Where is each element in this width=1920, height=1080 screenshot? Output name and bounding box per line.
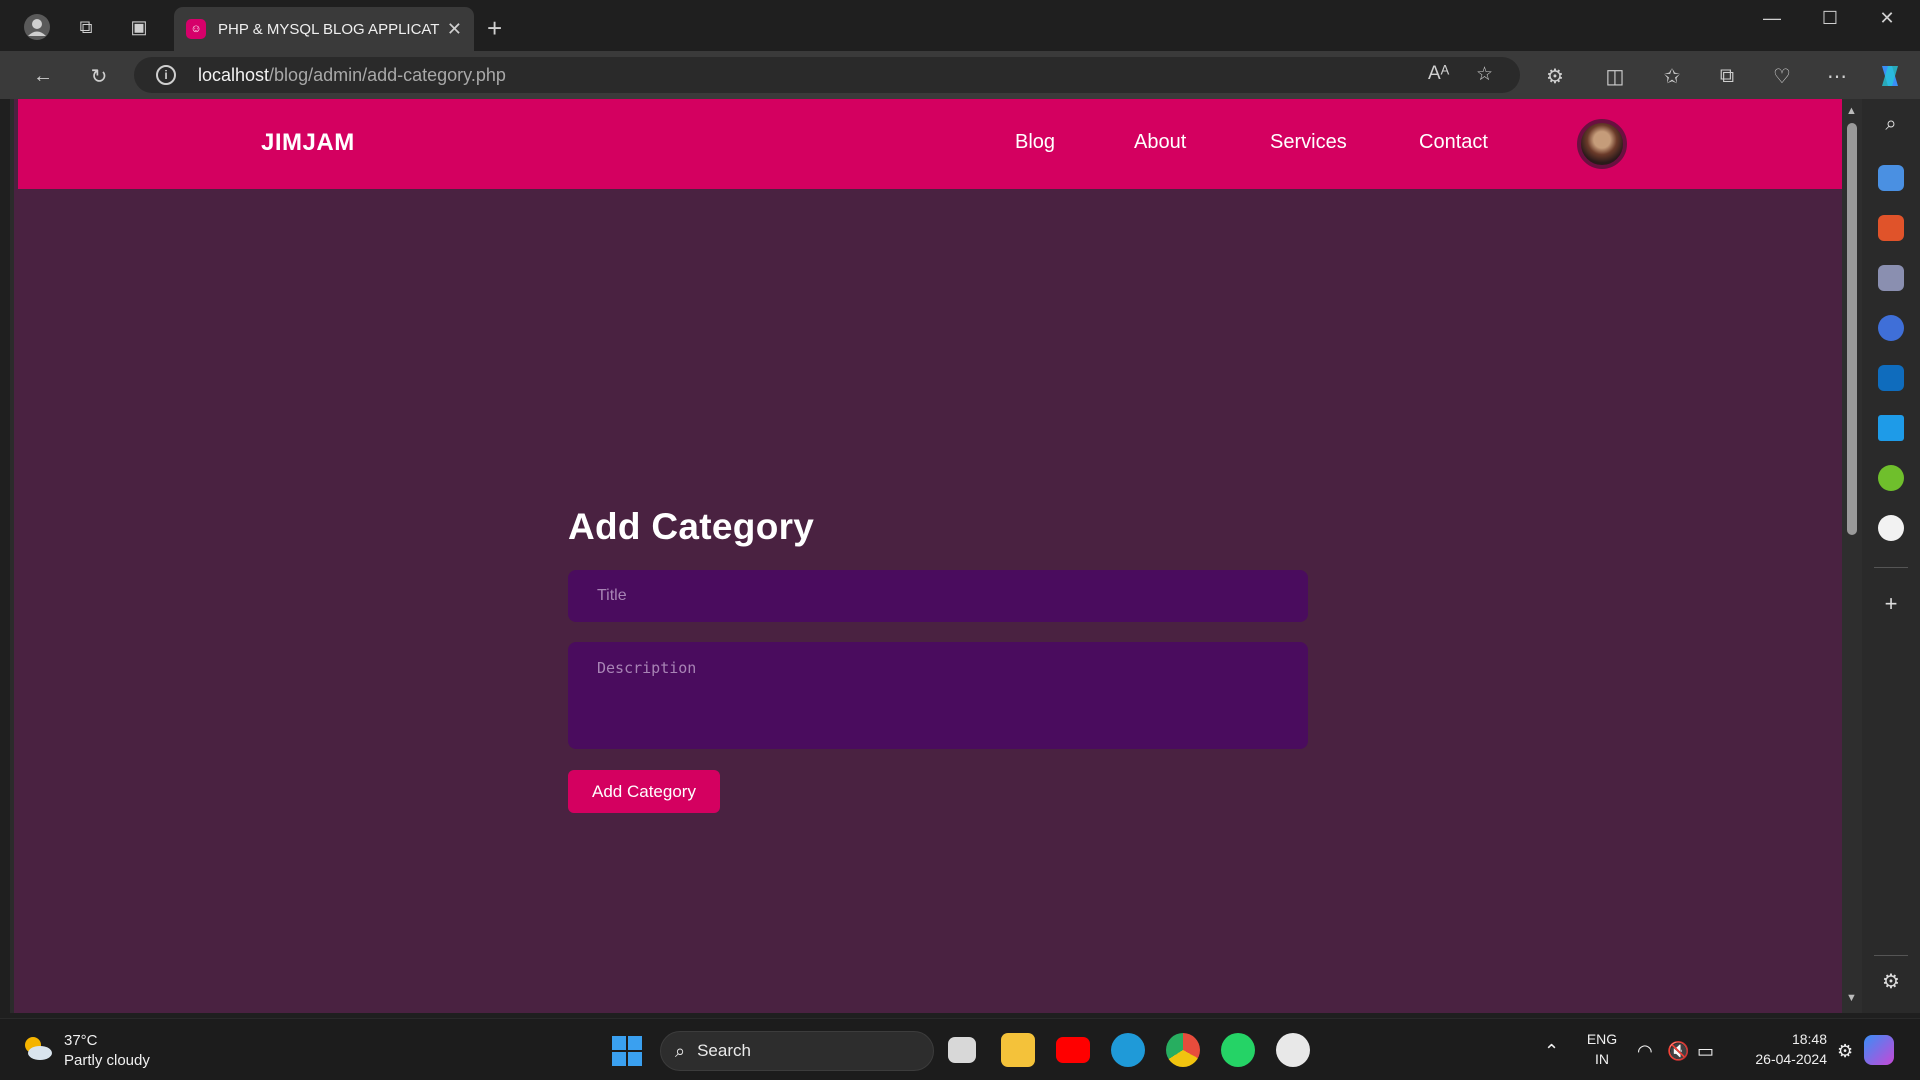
battery-icon[interactable]: ▭ (1697, 1041, 1714, 1062)
page-scrollbar[interactable]: ▲ ▼ (1842, 99, 1862, 1013)
profile-icon[interactable] (20, 10, 54, 44)
windows-taskbar: 37°C Partly cloudy ⌕ Search ⌃ ENG IN ◠ 🔇… (0, 1018, 1920, 1080)
sidebar-shopping-icon[interactable] (1878, 165, 1904, 191)
minimize-button[interactable]: — (1747, 8, 1797, 29)
favorites-icon[interactable]: ✩ (1657, 61, 1687, 91)
tray-overflow-icon[interactable]: ⌃ (1544, 1041, 1559, 1062)
user-avatar[interactable] (1577, 119, 1627, 169)
clock-time[interactable]: 18:48 (1737, 1031, 1827, 1047)
add-category-button[interactable]: Add Category (568, 770, 720, 813)
site-navbar: JIMJAM Blog About Services Contact (18, 99, 1842, 189)
sidebar-search-icon[interactable]: ⌕ (1878, 113, 1904, 139)
copilot-icon[interactable] (1875, 61, 1905, 91)
sidebar-settings-icon[interactable]: ⚙ (1878, 969, 1904, 995)
sidebar-tools-icon[interactable] (1878, 215, 1904, 241)
tab-title: PHP & MYSQL BLOG APPLICATION (218, 20, 440, 38)
taskbar-search[interactable]: ⌕ Search (660, 1031, 934, 1071)
sidebar-outlook-icon[interactable] (1878, 365, 1904, 391)
collections-icon[interactable]: ⧉ (1712, 61, 1742, 91)
youtube-icon[interactable] (1056, 1037, 1090, 1063)
sidebar-divider-bottom (1874, 955, 1908, 956)
copilot-taskbar-icon[interactable] (1864, 1035, 1894, 1065)
language-bottom[interactable]: IN (1584, 1051, 1620, 1067)
more-menu-icon[interactable]: ⋯ (1822, 61, 1852, 91)
description-textarea[interactable]: Description (568, 642, 1308, 749)
scroll-thumb[interactable] (1847, 123, 1857, 535)
new-tab-button[interactable]: + (487, 13, 502, 44)
weather-temperature[interactable]: 37°C (64, 1032, 98, 1049)
site-info-icon[interactable]: i (156, 65, 176, 85)
whatsapp-icon[interactable] (1221, 1033, 1255, 1067)
maximize-button[interactable]: ☐ (1805, 8, 1855, 29)
task-view-icon[interactable] (948, 1037, 976, 1063)
notifications-icon[interactable]: ⚙ (1837, 1041, 1853, 1062)
nav-about[interactable]: About (1134, 131, 1186, 154)
close-tab-icon[interactable]: ✕ (447, 19, 462, 40)
url-path: /blog/admin/add-category.php (269, 64, 506, 85)
sidebar-github-icon[interactable] (1878, 515, 1904, 541)
title-placeholder: Title (597, 587, 627, 604)
description-placeholder: Description (597, 659, 697, 677)
favorite-star-icon[interactable]: ☆ (1476, 63, 1493, 86)
add-category-form: Add Category Title Description Add Categ… (568, 506, 1308, 813)
address-bar[interactable]: i localhost/blog/admin/add-category.php … (134, 57, 1520, 93)
wifi-icon[interactable]: ◠ (1637, 1041, 1653, 1062)
search-icon: ⌕ (675, 1040, 686, 1061)
clock-date[interactable]: 26-04-2024 (1737, 1051, 1827, 1067)
split-screen-icon[interactable]: ◫ (1600, 61, 1630, 91)
sidebar-copilot-icon[interactable] (1878, 315, 1904, 341)
browser-titlebar: ⧉ ▣ ☺ PHP & MYSQL BLOG APPLICATION ✕ + —… (0, 0, 1920, 51)
url-host: localhost (198, 64, 270, 85)
browser-essentials-icon[interactable]: ♡ (1767, 61, 1797, 91)
page-viewport: JIMJAM Blog About Services Contact Add C… (10, 99, 1842, 1013)
extensions-icon[interactable]: ⚙ (1540, 61, 1570, 91)
close-window-button[interactable]: ✕ (1862, 8, 1912, 29)
sidebar-divider (1874, 567, 1908, 568)
chrome-icon[interactable] (1166, 1033, 1200, 1067)
active-tab[interactable]: ☺ PHP & MYSQL BLOG APPLICATION ✕ (174, 7, 474, 51)
site-favicon: ☺ (186, 19, 206, 39)
browser-toolbar: ← ↻ i localhost/blog/admin/add-category.… (0, 51, 1920, 99)
workspaces-icon[interactable]: ⧉ (69, 10, 103, 44)
back-icon[interactable]: ← (28, 61, 58, 91)
file-explorer-icon[interactable] (1001, 1033, 1035, 1067)
windows-start-icon[interactable] (612, 1036, 642, 1066)
github-desktop-icon[interactable] (1276, 1033, 1310, 1067)
nav-blog[interactable]: Blog (1015, 131, 1055, 154)
nav-services[interactable]: Services (1270, 131, 1347, 154)
edge-sidebar: ⌕ + ⚙ (1862, 99, 1920, 1013)
site-logo[interactable]: JIMJAM (261, 129, 355, 157)
read-aloud-icon[interactable]: Aᴬ (1428, 63, 1449, 85)
refresh-icon[interactable]: ↻ (84, 61, 114, 91)
edge-icon[interactable] (1111, 1033, 1145, 1067)
vertical-tabs-icon[interactable]: ▣ (122, 10, 156, 44)
scroll-down-icon[interactable]: ▼ (1846, 992, 1857, 1004)
sidebar-games-icon[interactable] (1878, 265, 1904, 291)
taskbar-search-label: Search (697, 1041, 751, 1060)
sidebar-send-icon[interactable] (1878, 415, 1904, 441)
title-input[interactable]: Title (568, 570, 1308, 622)
partly-cloudy-icon[interactable] (20, 1033, 54, 1063)
sidebar-tree-icon[interactable] (1878, 465, 1904, 491)
language-top[interactable]: ENG (1584, 1031, 1620, 1047)
nav-contact[interactable]: Contact (1419, 131, 1488, 154)
scroll-up-icon[interactable]: ▲ (1846, 105, 1857, 117)
form-heading: Add Category (568, 506, 815, 547)
volume-muted-icon[interactable]: 🔇 (1667, 1041, 1689, 1062)
sidebar-add-icon[interactable]: + (1878, 591, 1904, 617)
weather-description[interactable]: Partly cloudy (64, 1052, 150, 1069)
